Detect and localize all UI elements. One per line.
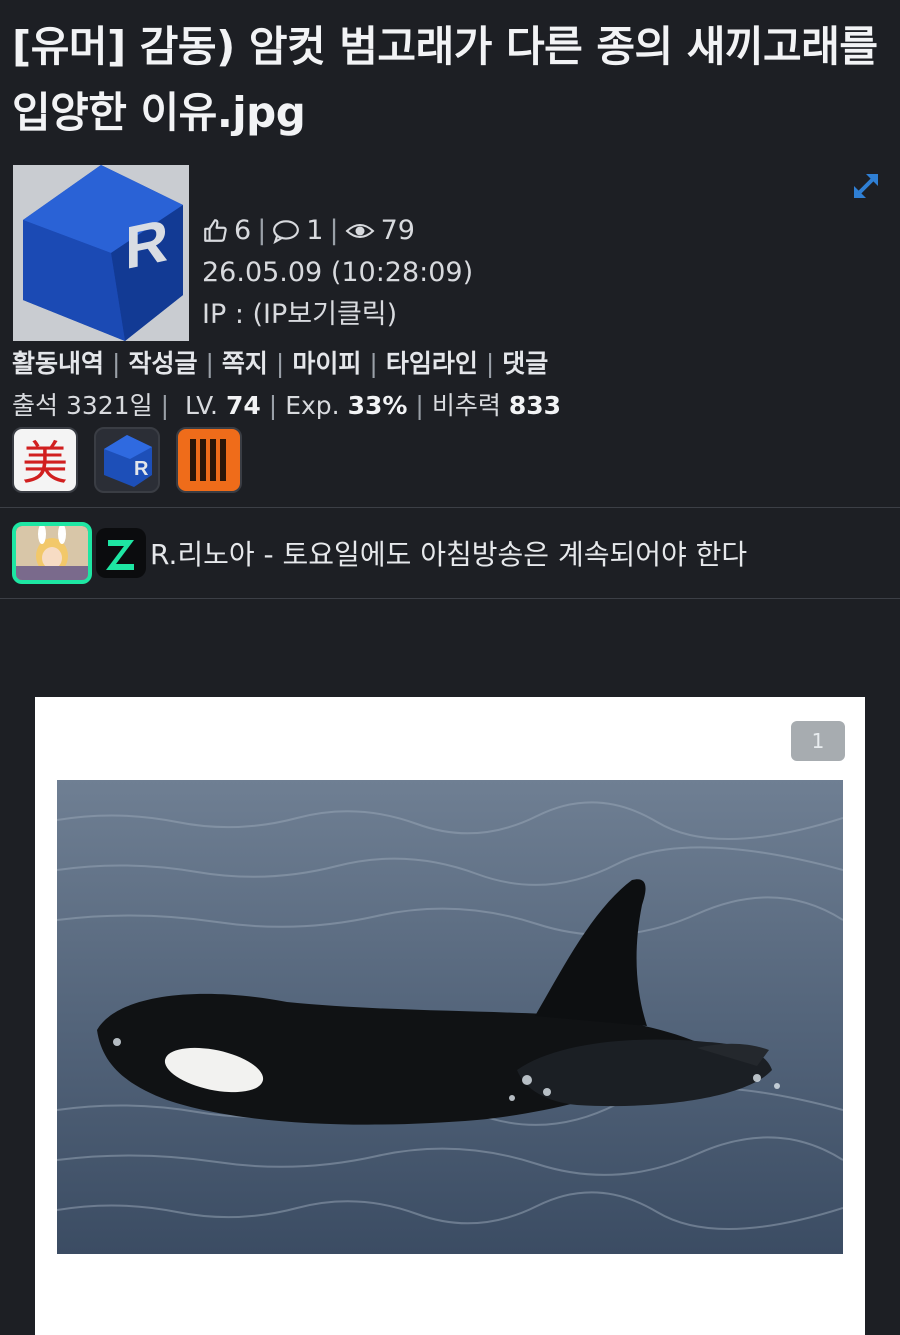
post-datetime: 26.05.09 (10:28:09)	[202, 257, 474, 288]
attendance-value: 3321일	[65, 391, 153, 420]
comment-count: 1	[306, 215, 324, 246]
link-comments[interactable]: 댓글	[502, 349, 548, 378]
cube-logo-icon: R	[13, 165, 189, 341]
user-stats: 출석 3321일 | LV. 74 | Exp. 33% | 비추력 833	[12, 391, 561, 420]
ratio-label: 비추력	[431, 391, 501, 420]
link-mypi[interactable]: 마이피	[292, 349, 361, 378]
ratio-value: 833	[508, 391, 561, 420]
hanja-badge-icon: 美	[22, 436, 68, 490]
post-title: [유머] 감동) 암컷 범고래가 다른 종의 새끼고래를 입양한 이유.jpg	[12, 22, 878, 137]
exp-value: 33%	[347, 391, 408, 420]
level-label: LV.	[184, 391, 218, 420]
post-image-frame: 1	[35, 697, 865, 1335]
link-timeline[interactable]: 타임라인	[386, 349, 478, 378]
badge-cube[interactable]: R	[94, 427, 160, 493]
expand-icon[interactable]	[850, 170, 882, 202]
orca-photo[interactable]	[57, 780, 843, 1254]
badge-orange[interactable]	[176, 427, 242, 493]
cube-badge-icon: R	[104, 435, 152, 487]
link-activity[interactable]: 활동내역	[12, 349, 104, 378]
z-brand-icon	[96, 528, 146, 578]
attendance-label: 출석	[12, 391, 59, 420]
eye-icon	[345, 224, 375, 238]
signature-avatar[interactable]	[12, 522, 92, 584]
author-avatar[interactable]: R	[13, 165, 189, 341]
like-count: 6	[234, 215, 252, 246]
orange-bars-icon	[190, 439, 226, 481]
thumbs-up-icon[interactable]	[202, 218, 228, 244]
user-links: 활동내역 | 작성글 | 쪽지 | 마이피 | 타임라인 | 댓글	[12, 349, 549, 378]
divider-bottom	[0, 598, 900, 599]
exp-label: Exp.	[285, 391, 340, 420]
badge-list: 美 R	[12, 427, 242, 493]
ip-link[interactable]: IP : (IP보기클릭)	[202, 294, 473, 336]
divider-top	[0, 507, 900, 508]
comment-icon[interactable]	[272, 218, 300, 244]
link-posts[interactable]: 작성글	[128, 349, 197, 378]
signature-row: R.리노아 - 토요일에도 아침방송은 계속되어야 한다	[12, 520, 747, 586]
svg-text:R: R	[134, 458, 149, 480]
avatar-letter: R	[125, 206, 168, 282]
post-counts: 6 | 1 | 79	[202, 210, 473, 252]
svg-text:美: 美	[22, 436, 68, 490]
image-counter: 1	[791, 721, 845, 761]
badge-hanja[interactable]: 美	[12, 427, 78, 493]
view-count: 79	[380, 215, 415, 246]
signature-text: R.리노아 - 토요일에도 아침방송은 계속되어야 한다	[150, 538, 748, 571]
link-message[interactable]: 쪽지	[222, 349, 268, 378]
post-meta: 6 | 1 | 79 26.05.09 (10:28:09) IP : (IP보…	[202, 210, 473, 336]
level-value: 74	[225, 391, 261, 420]
anime-avatar-icon	[16, 526, 88, 580]
